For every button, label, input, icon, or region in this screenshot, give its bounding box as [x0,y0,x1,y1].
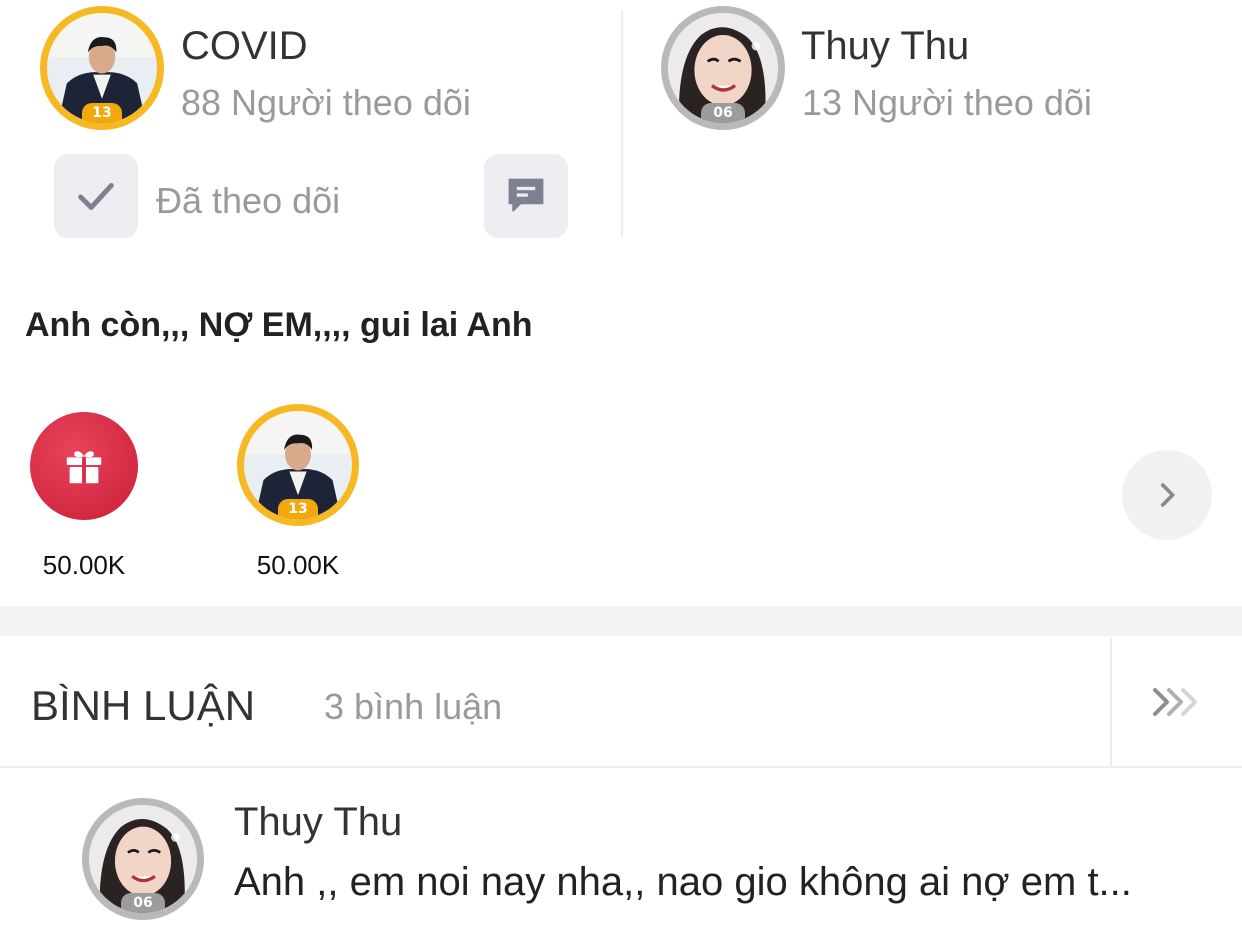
host-name: COVID [181,24,308,68]
check-icon [78,182,114,210]
gift-value: 50.00K [256,550,340,580]
triple-chevron-right-icon [1153,688,1197,716]
gift-value: 50.00K [42,550,126,580]
message-button[interactable] [484,154,568,238]
level-badge: 13 [278,499,318,519]
level-badge: 06 [121,893,165,913]
host-followers: 88 Người theo dõi [181,82,471,123]
followed-checkbox[interactable] [54,154,138,238]
gift-button[interactable] [30,412,138,520]
comment-author: Thuy Thu [234,800,403,844]
comments-count: 3 bình luận [324,686,503,727]
message-icon [508,178,544,212]
gift-sender-avatar[interactable]: 13 [237,404,359,526]
follow-status-label[interactable]: Đã theo dõi [156,180,340,222]
host-name: Thuy Thu [801,24,970,68]
gift-icon [66,451,102,484]
host-avatar[interactable]: 06 [661,6,785,130]
comments-title: BÌNH LUẬN [31,682,256,729]
comment-text: Anh ,, em noi nay nha,, nao gio không ai… [234,860,1132,904]
host-followers: 13 Người theo dõi [802,82,1092,123]
chevron-right-icon [1160,483,1175,507]
level-badge: 13 [82,103,122,123]
gifts-more-button[interactable] [1122,450,1212,540]
host-divider [621,10,623,236]
host-avatar[interactable]: 13 [40,6,164,130]
level-badge: 06 [701,103,745,123]
comments-divider [0,766,1242,768]
section-separator [0,606,1242,636]
comments-expand-button[interactable] [1112,638,1242,766]
comment-avatar[interactable]: 06 [82,798,204,920]
post-text: Anh còn,,, NỢ EM,,,, gui lai Anh [25,306,533,344]
